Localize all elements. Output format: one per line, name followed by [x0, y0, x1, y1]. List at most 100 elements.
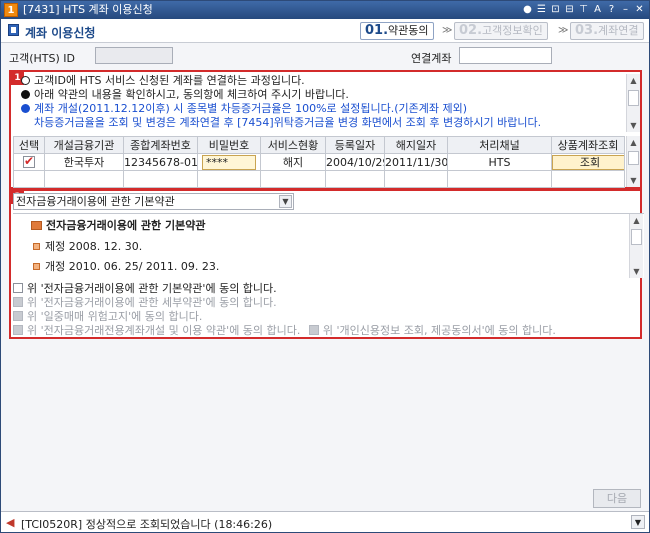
notice-scrollbar[interactable]: ▲ ▼	[626, 74, 640, 132]
scroll-down-icon[interactable]: ▼	[630, 265, 643, 278]
link-icon[interactable]: ●	[522, 3, 533, 16]
blue-bullet-icon	[21, 104, 30, 113]
page-header: 계좌 이용신청 01.약관동의 ≫ 02.고객정보확인 ≫ 03.계좌연결	[1, 19, 649, 43]
terms-scrollbar[interactable]: ▲ ▼	[629, 214, 643, 278]
col-end-date: 해지일자	[384, 136, 448, 154]
channel-cell: HTS	[447, 153, 552, 171]
app-window: 1 [7431] HTS 계좌 이용신청 ● ☰ ⊡ ⊟ ⊤ A ? – ✕ 계…	[0, 0, 650, 533]
agree-checkbox[interactable]	[13, 283, 23, 293]
agree-basic-terms[interactable]: 위 '전자금융거래이용에 관한 기본약관'에 동의 합니다.	[13, 282, 644, 296]
notice-text: 차등증거금율을 조회 및 변경은 계좌연결 후 [7454]위탁증거금율 변경 …	[34, 116, 542, 129]
password-input[interactable]: ****	[202, 154, 256, 170]
title-controls: ● ☰ ⊡ ⊟ ⊤ A ? – ✕	[522, 3, 645, 17]
col-select: 선택	[13, 136, 45, 154]
customer-id-label: 고객(HTS) ID	[9, 52, 76, 65]
select-cell[interactable]	[13, 153, 45, 171]
terms-line: 제정 2008. 12. 30.	[33, 238, 142, 254]
chevron-right-icon: ≫	[442, 25, 453, 36]
status-bar: ◀ [TCI0520R] 정상적으로 조회되었습니다 (18:46:26) ▼	[1, 511, 649, 532]
step-account-link[interactable]: 03.계좌연결	[570, 22, 644, 40]
title-bar[interactable]: 1 [7431] HTS 계좌 이용신청 ● ☰ ⊡ ⊟ ⊤ A ? – ✕	[1, 1, 649, 19]
notice-text: 계좌 개설(2011.12.12이후) 시 종목별 차등증거금율은 100%로 …	[34, 102, 468, 115]
select-checkbox[interactable]	[23, 155, 35, 168]
scroll-up-icon[interactable]: ▲	[627, 136, 640, 149]
col-query: 상품계좌조회	[551, 136, 625, 154]
hollow-bullet-icon	[21, 76, 30, 85]
agree-label: 위 '전자금융거래이용에 관한 세부약관'에 동의 합니다.	[27, 296, 277, 309]
step-number: 01.	[365, 23, 389, 38]
table-row	[13, 170, 625, 188]
speaker-icon: ◀	[6, 516, 15, 529]
col-status: 서비스현황	[260, 136, 326, 154]
step-terms[interactable]: 01.약관동의	[360, 22, 434, 40]
agree-label: 위 '전자금융거래이용에 관한 기본약관'에 동의 합니다.	[27, 282, 277, 295]
reg-date-cell: 2004/10/29	[325, 153, 385, 171]
col-channel: 처리채널	[447, 136, 552, 154]
close-icon[interactable]: ✕	[634, 3, 645, 16]
scroll-down-icon[interactable]: ▼	[627, 119, 640, 132]
agree-label: 위 '전자금융거래전용계좌개설 및 이용 약관'에 동의 합니다.	[27, 324, 301, 337]
notice-item: 아래 약관의 내용을 확인하시고, 동의항에 체크하여 주시기 바랍니다.	[13, 88, 623, 102]
col-institution: 개설금융기관	[44, 136, 124, 154]
chevron-down-icon[interactable]: ▼	[631, 515, 645, 529]
filled-bullet-icon	[21, 90, 30, 99]
customer-id-field[interactable]	[95, 47, 173, 64]
agree-checkbox[interactable]	[13, 297, 23, 307]
terms-section: 2 전자금융거래이용에 관한 기본약관 ▼ 전자금융거래이용에 관한 기본약관 …	[9, 189, 644, 339]
agree-detail-terms[interactable]: 위 '전자금융거래이용에 관한 세부약관'에 동의 합니다.	[13, 296, 644, 310]
help-icon[interactable]: ?	[606, 3, 617, 16]
agree-checkbox[interactable]	[308, 325, 319, 335]
terms-select-value: 전자금융거래이용에 관한 기본약관	[16, 195, 175, 208]
query-cell: 조회	[551, 153, 625, 171]
scroll-up-icon[interactable]: ▲	[630, 214, 643, 227]
col-reg-date: 등록일자	[325, 136, 385, 154]
bullet-icon	[33, 263, 40, 270]
window-title: [7431] HTS 계좌 이용신청	[23, 3, 153, 16]
terms-select[interactable]: 전자금융거래이용에 관한 기본약관 ▼	[13, 193, 294, 210]
col-account: 종합계좌번호	[123, 136, 198, 154]
step-number: 02.	[459, 23, 483, 38]
notice-text: 고객ID에 HTS 서비스 신청된 계좌를 연결하는 과정입니다.	[34, 74, 305, 87]
table-scrollbar[interactable]: ▲ ▼	[626, 136, 640, 187]
scroll-up-icon[interactable]: ▲	[627, 74, 640, 87]
step-label: 고객정보확인	[482, 24, 543, 37]
agree-checkbox[interactable]	[13, 311, 23, 321]
agree-credit-info[interactable]: 위 '개인신용정보 조회, 제공동의서'에 동의 합니다.	[308, 324, 556, 337]
scroll-down-icon[interactable]: ▼	[627, 174, 640, 187]
notice-text: 아래 약관의 내용을 확인하시고, 동의항에 체크하여 주시기 바랍니다.	[34, 88, 349, 101]
minimize-icon[interactable]: –	[620, 3, 631, 16]
scroll-thumb[interactable]	[631, 229, 642, 245]
step-customer-info[interactable]: 02.고객정보확인	[454, 22, 548, 40]
page-icon	[8, 24, 19, 36]
print-icon[interactable]: ⊟	[564, 3, 575, 16]
font-size-icon[interactable]: A	[592, 3, 603, 16]
scroll-thumb[interactable]	[628, 90, 639, 106]
notice-item: 차등증거금율을 조회 및 변경은 계좌연결 후 [7454]위탁증거금율 변경 …	[13, 116, 623, 130]
query-button[interactable]: 조회	[552, 154, 624, 170]
screen-icon[interactable]: ⊡	[550, 3, 561, 16]
step-number: 03.	[575, 23, 599, 38]
chevron-down-icon[interactable]: ▼	[279, 195, 292, 208]
notice-item: 계좌 개설(2011.12.12이후) 시 종목별 차등증거금율은 100%로 …	[13, 102, 623, 116]
account-table: 선택 개설금융기관 종합계좌번호 비밀번호 서비스현황 등록일자 해지일자 처리…	[13, 136, 625, 188]
table-header-row: 선택 개설금융기관 종합계좌번호 비밀번호 서비스현황 등록일자 해지일자 처리…	[13, 136, 625, 154]
col-password: 비밀번호	[197, 136, 261, 154]
terms-title: 전자금융거래이용에 관한 기본약관	[46, 219, 206, 232]
agree-day-trading-risk[interactable]: 위 '일중매매 위험고지'에 동의 합니다.	[13, 310, 644, 324]
account-cell: 12345678-01	[123, 153, 198, 171]
table-row[interactable]: 한국투자 12345678-01 **** 해지 2004/10/29 2011…	[13, 153, 625, 171]
password-cell: ****	[197, 153, 261, 171]
document-icon	[31, 221, 42, 230]
linked-account-field[interactable]	[459, 47, 552, 64]
step-label: 계좌연결	[598, 24, 639, 37]
agree-account-terms[interactable]: 위 '전자금융거래전용계좌개설 및 이용 약관'에 동의 합니다. 위 '개인신…	[13, 324, 644, 338]
scroll-thumb[interactable]	[628, 151, 639, 165]
notice-list: 고객ID에 HTS 서비스 신청된 계좌를 연결하는 과정입니다. 아래 약관의…	[13, 74, 623, 132]
next-button[interactable]: 다음	[593, 489, 641, 508]
pin-icon[interactable]: ⊤	[578, 3, 589, 16]
account-section: 1 고객ID에 HTS 서비스 신청된 계좌를 연결하는 과정입니다. 아래 약…	[9, 70, 642, 189]
institution-cell: 한국투자	[44, 153, 124, 171]
end-date-cell: 2011/11/30	[384, 153, 448, 171]
agree-checkbox[interactable]	[13, 325, 23, 335]
menu-icon[interactable]: ☰	[536, 3, 547, 16]
